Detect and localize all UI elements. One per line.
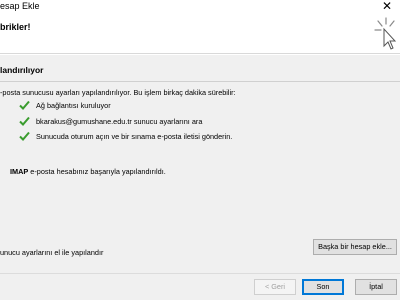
page-heading: brikler! — [0, 22, 31, 32]
check-icon — [19, 131, 30, 141]
back-button[interactable]: < Geri — [254, 279, 296, 295]
title-bar: esap Ekle ✕ — [0, 0, 400, 14]
protocol-label: IMAP — [10, 167, 29, 176]
section-divider — [0, 81, 400, 82]
step-label: bkarakus@gumushane.edu.tr sunucu ayarlar… — [36, 117, 203, 126]
wizard-sparkle-cursor-icon — [374, 17, 397, 50]
result-text: e-posta hesabınız başarıyla yapılandırıl… — [28, 167, 166, 176]
wizard-header: brikler! — [0, 14, 400, 54]
section-title: landırılıyor — [0, 65, 44, 75]
add-another-account-button[interactable]: Başka bir hesap ekle... — [313, 239, 397, 255]
intro-text: -posta sunucusu ayarları yapılandırılıyo… — [0, 88, 236, 97]
manual-config-checkbox-label[interactable]: unucu ayarlarını el ile yapılandır — [0, 248, 103, 257]
finish-button[interactable]: Son — [302, 279, 344, 295]
check-icon — [19, 116, 30, 126]
wizard-footer: < Geri Son İptal — [0, 273, 400, 300]
wizard-content: landırılıyor -posta sunucusu ayarları ya… — [0, 55, 400, 273]
step-label: Ağ bağlantısı kuruluyor — [36, 101, 111, 110]
close-icon[interactable]: ✕ — [382, 0, 392, 13]
window-title: esap Ekle — [0, 1, 40, 11]
result-message: IMAP e-posta hesabınız başarıyla yapılan… — [10, 167, 166, 176]
cancel-button[interactable]: İptal — [355, 279, 397, 295]
check-icon — [19, 100, 30, 110]
step-label: Sunucuda oturum açın ve bir sınama e-pos… — [36, 132, 233, 141]
